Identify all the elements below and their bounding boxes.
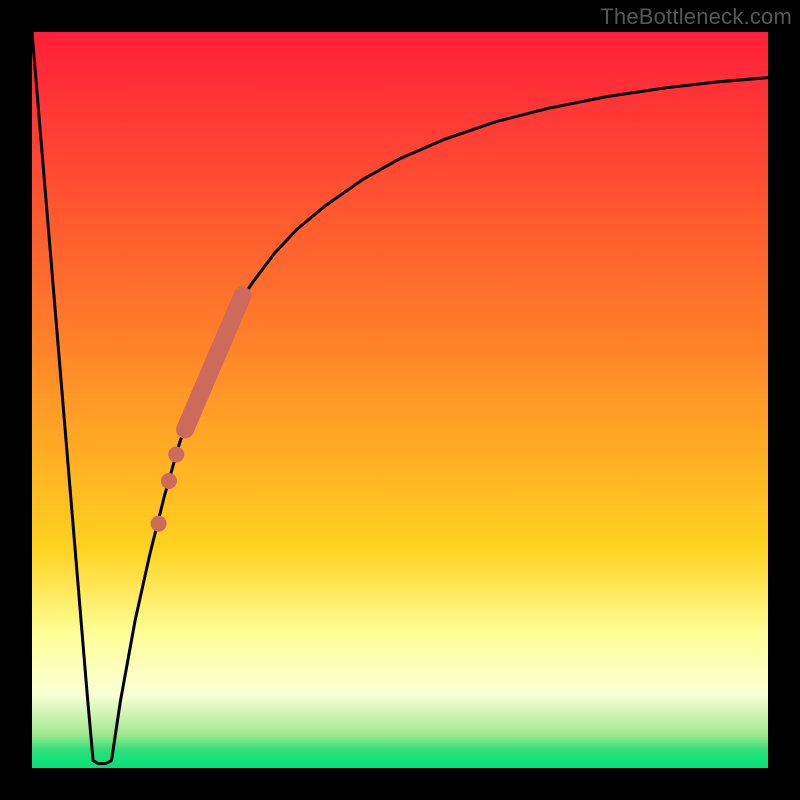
highlight-dot xyxy=(168,446,184,462)
attribution-text: TheBottleneck.com xyxy=(600,4,792,30)
gradient-background xyxy=(32,32,768,768)
plot-area xyxy=(32,32,768,768)
highlight-dot xyxy=(161,473,177,489)
chart-svg xyxy=(32,32,768,768)
chart-frame: TheBottleneck.com xyxy=(0,0,800,800)
highlight-dot xyxy=(151,516,167,532)
